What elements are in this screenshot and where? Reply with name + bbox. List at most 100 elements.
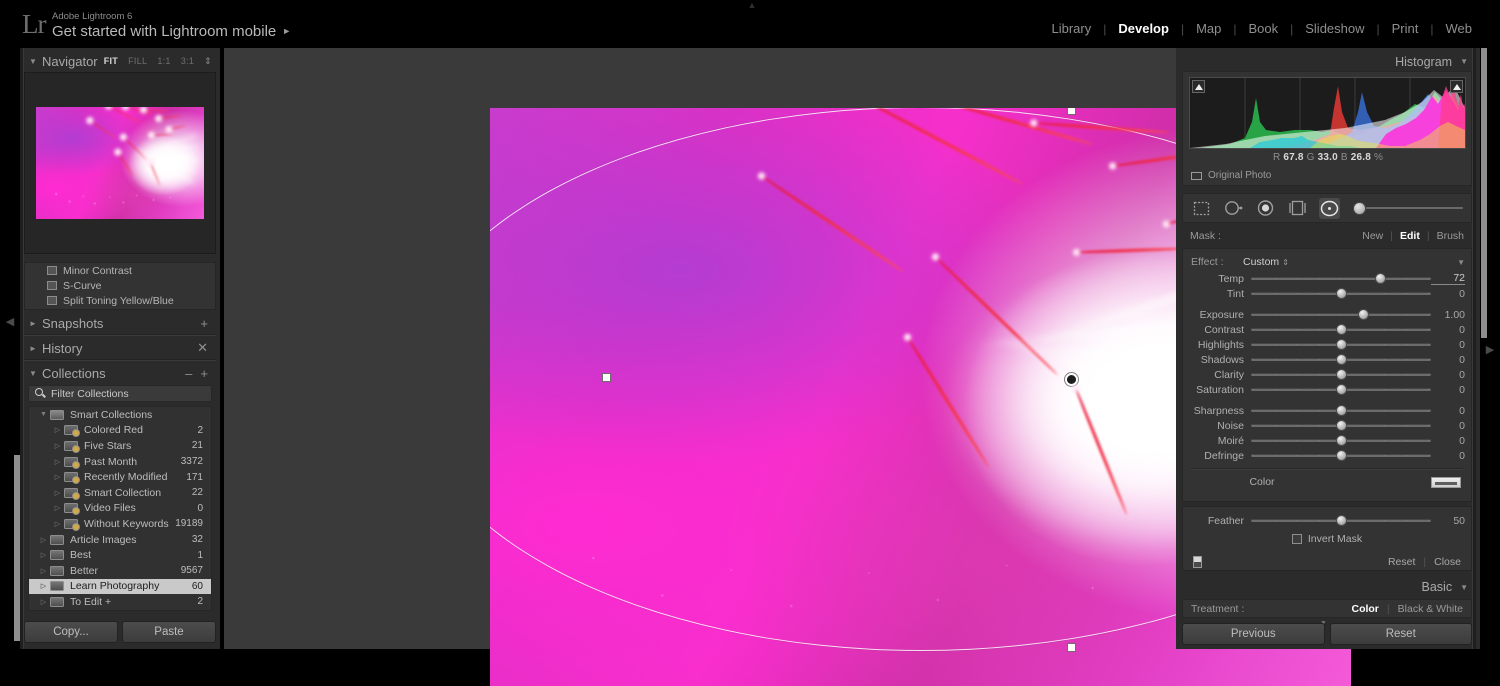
slider-knob[interactable]	[1335, 354, 1347, 365]
history-clear-icon[interactable]: ✕	[197, 340, 208, 356]
slider-value[interactable]: 0	[1431, 420, 1465, 432]
slider-track[interactable]	[1251, 384, 1431, 395]
history-twisty-icon[interactable]: ►	[24, 344, 42, 353]
invert-mask-checkbox[interactable]	[1291, 534, 1302, 544]
module-map[interactable]: Map	[1184, 21, 1233, 36]
module-web[interactable]: Web	[1434, 21, 1485, 36]
collection-item[interactable]: ▷ Past Month 3372	[29, 454, 211, 470]
slider-value[interactable]: 1.00	[1431, 309, 1465, 321]
shadow-clipping-indicator[interactable]	[1192, 80, 1205, 93]
slider-track[interactable]	[1251, 273, 1431, 284]
radial-handle-bottom[interactable]	[1067, 643, 1076, 652]
preset-item[interactable]: Split Toning Yellow/Blue	[25, 293, 215, 308]
slider-track[interactable]	[1251, 515, 1431, 526]
slider-knob[interactable]	[1335, 435, 1347, 446]
radial-filter-tool[interactable]	[1319, 197, 1340, 219]
slider-value[interactable]: 0	[1431, 369, 1465, 381]
slider-knob[interactable]	[1335, 405, 1347, 416]
collections-list[interactable]: ▼ Smart Collections ▷ Colored Red 2 ▷ Five Sta…	[28, 406, 212, 611]
slider-defringe[interactable]: Defringe 0	[1183, 448, 1471, 463]
collection-item[interactable]: ▷ Recently Modified 171	[29, 469, 211, 485]
collection-twisty-icon[interactable]: ▷	[37, 536, 50, 544]
slider-feather[interactable]: Feather 50	[1183, 513, 1471, 528]
collection-twisty-icon[interactable]: ▼	[37, 411, 50, 418]
slider-track[interactable]	[1251, 288, 1431, 299]
slider-value[interactable]: 0	[1431, 288, 1465, 300]
slider-value[interactable]: 0	[1431, 354, 1465, 366]
treatment-bw-button[interactable]: Black & White	[1398, 603, 1463, 615]
slider-saturation[interactable]: Saturation 0	[1183, 382, 1471, 397]
collection-twisty-icon[interactable]: ▷	[37, 598, 50, 606]
navigator-zoom-fill[interactable]: FILL	[128, 56, 147, 66]
collection-item[interactable]: ▷ Article Images 32	[29, 532, 211, 548]
snapshots-panel-header[interactable]: ► Snapshots +	[24, 312, 216, 336]
spot-removal-tool[interactable]	[1223, 198, 1244, 219]
slider-track[interactable]	[1251, 405, 1431, 416]
slider-value[interactable]: 0	[1431, 339, 1465, 351]
collection-twisty-icon[interactable]: ▷	[51, 426, 64, 434]
previous-button[interactable]: Previous	[1182, 623, 1325, 645]
collection-twisty-icon[interactable]: ▷	[51, 442, 64, 450]
collection-item[interactable]: ▷ Five Stars 21	[29, 438, 211, 454]
red-eye-tool[interactable]	[1255, 198, 1276, 219]
slider-value[interactable]: 50	[1431, 515, 1465, 527]
original-photo-row[interactable]: Original Photo	[1191, 170, 1271, 181]
slider-knob[interactable]	[1335, 288, 1347, 299]
collection-item[interactable]: ▷ Colored Red 2	[29, 423, 211, 439]
collections-twisty-icon[interactable]: ▼	[24, 369, 42, 378]
tool-amount-track[interactable]	[1366, 207, 1463, 209]
slider-value[interactable]: 0	[1431, 324, 1465, 336]
snapshots-add-icon[interactable]: +	[200, 316, 208, 331]
slider-exposure[interactable]: Exposure 1.00	[1183, 307, 1471, 322]
slider-sharpness[interactable]: Sharpness 0	[1183, 403, 1471, 418]
top-panel-collapse-icon[interactable]: ▲	[744, 1, 760, 10]
collection-item[interactable]: ▷ Without Keywords 19189	[29, 516, 211, 532]
slider-shadows[interactable]: Shadows 0	[1183, 352, 1471, 367]
collection-twisty-icon[interactable]: ▷	[37, 567, 50, 575]
preset-item[interactable]: S-Curve	[25, 278, 215, 293]
tool-amount-knob[interactable]	[1353, 201, 1366, 215]
slider-knob[interactable]	[1335, 339, 1347, 350]
slider-knob[interactable]	[1358, 309, 1369, 320]
collection-twisty-icon[interactable]: ▷	[51, 473, 64, 481]
collection-item[interactable]: ▷ Smart Collection 22	[29, 485, 211, 501]
history-panel-header[interactable]: ► History ✕	[24, 337, 216, 361]
collection-twisty-icon[interactable]: ▷	[37, 551, 50, 559]
right-panel-scrollbar[interactable]	[1481, 48, 1487, 338]
slider-knob[interactable]	[1335, 324, 1347, 335]
collections-remove-icon[interactable]: –	[185, 366, 192, 381]
effect-value[interactable]: Custom	[1243, 256, 1279, 268]
slider-value[interactable]: 0	[1431, 435, 1465, 447]
collection-item[interactable]: ▼ Smart Collections	[29, 407, 211, 423]
effect-reset-button[interactable]: Reset	[1388, 556, 1415, 568]
histogram-graph[interactable]	[1189, 77, 1466, 149]
slider-temp[interactable]: Temp 72	[1183, 271, 1471, 286]
slider-track[interactable]	[1251, 420, 1431, 431]
invert-mask-row[interactable]: Invert Mask	[1183, 531, 1471, 547]
preset-item[interactable]: Minor Contrast	[25, 263, 215, 278]
slider-value[interactable]: 0	[1431, 450, 1465, 462]
module-library[interactable]: Library	[1039, 21, 1103, 36]
collection-twisty-icon[interactable]: ▷	[51, 489, 64, 497]
collection-twisty-icon[interactable]: ▷	[51, 504, 64, 512]
collection-twisty-icon[interactable]: ▷	[37, 582, 50, 590]
module-print[interactable]: Print	[1380, 21, 1431, 36]
copy-button[interactable]: Copy...	[24, 621, 118, 643]
histogram-twisty-icon[interactable]: ▼	[1460, 57, 1468, 66]
slider-track[interactable]	[1251, 354, 1431, 365]
module-book[interactable]: Book	[1236, 21, 1290, 36]
slider-knob[interactable]	[1335, 384, 1347, 395]
collections-panel-header[interactable]: ▼ Collections – +	[24, 362, 216, 384]
histogram-header[interactable]: Histogram ▼	[1180, 52, 1476, 71]
effect-close-button[interactable]: Close	[1434, 556, 1461, 568]
slider-clarity[interactable]: Clarity 0	[1183, 367, 1471, 382]
slider-value[interactable]: 0	[1431, 384, 1465, 396]
collection-twisty-icon[interactable]: ▷	[51, 458, 64, 466]
crop-overlay-tool[interactable]	[1191, 198, 1212, 219]
slider-knob[interactable]	[1335, 420, 1347, 431]
mask-edit-button[interactable]: Edit	[1400, 230, 1420, 242]
collection-item[interactable]: ▷ Best 1	[29, 547, 211, 563]
slider-tint[interactable]: Tint 0	[1183, 286, 1471, 301]
navigator-zoom-spinner-icon[interactable]: ⇕	[204, 56, 212, 67]
switch-icon[interactable]	[1193, 555, 1202, 568]
